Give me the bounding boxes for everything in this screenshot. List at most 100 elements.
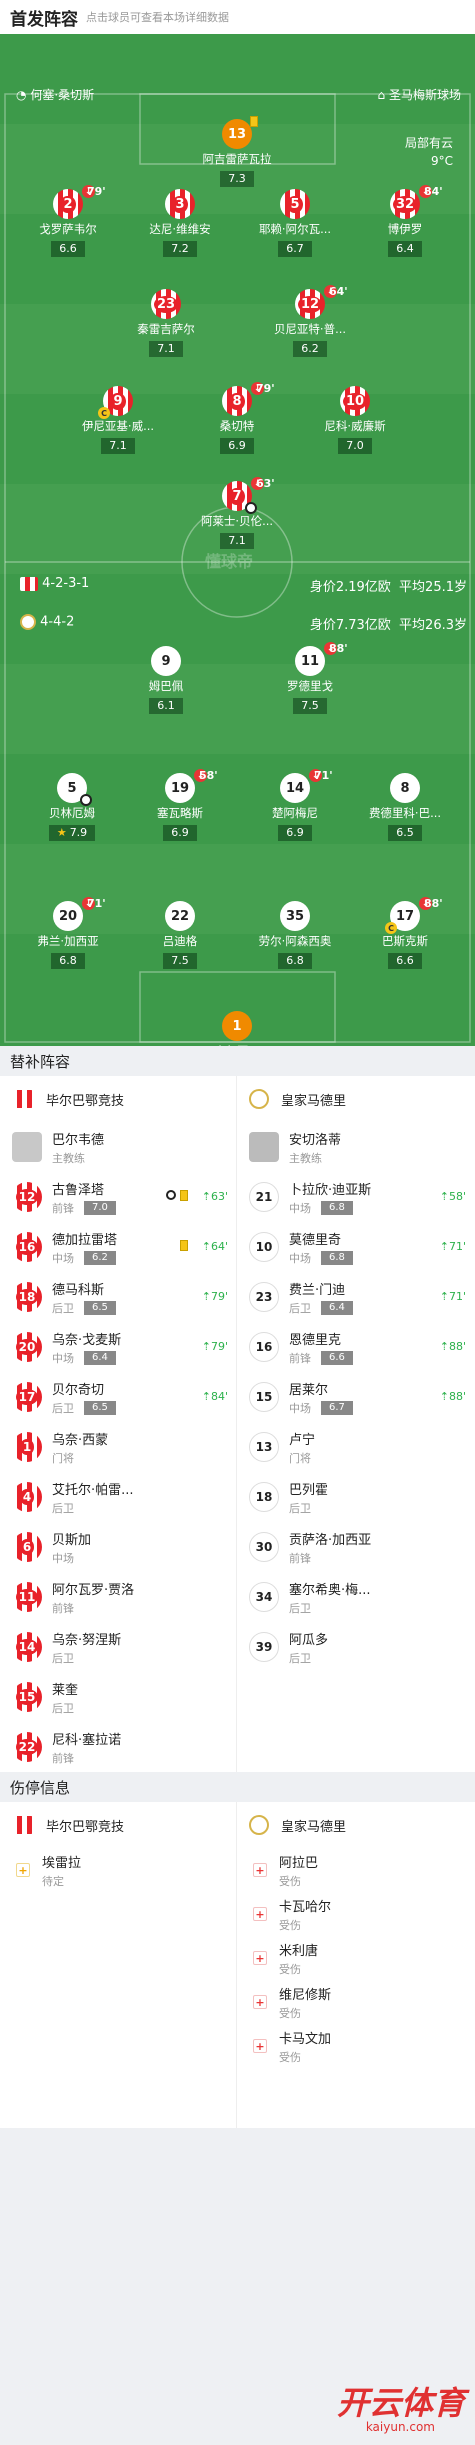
- jersey-number: 1: [12, 1432, 42, 1462]
- player-info: 德加拉雷塔 中场 6.2: [52, 1229, 117, 1266]
- injury-cross-icon: +: [253, 1951, 267, 1965]
- sub-player-row[interactable]: 16 德加拉雷塔 中场 6.2 ⇡64': [0, 1222, 236, 1272]
- jersey-number: 9C: [98, 386, 133, 419]
- player-name: 埃雷拉: [42, 1855, 82, 1871]
- home-player[interactable]: 12 ↓ 64' 贝尼亚特·普... 6.2: [240, 285, 380, 357]
- away-value-row: 身价7.73亿欧 平均26.3岁: [310, 614, 467, 633]
- sub-player-row[interactable]: 22 尼科·塞拉诺 前锋: [0, 1722, 236, 1772]
- player-name: 莫德里奇: [289, 1232, 342, 1248]
- yellow-card-icon: [180, 1190, 188, 1201]
- home-coach-row[interactable]: 巴尔韦德 主教练: [0, 1122, 236, 1172]
- jersey-number: 1: [222, 1011, 252, 1041]
- coach-avatar: [249, 1132, 279, 1162]
- injury-row[interactable]: + 埃雷拉 待定: [0, 1848, 236, 1892]
- jersey-number: 10: [249, 1232, 279, 1262]
- player-rating: 6.8: [321, 1250, 353, 1265]
- jersey-number: 23: [249, 1282, 279, 1312]
- sub-player-row[interactable]: 34 塞尔希奥·梅... 后卫: [237, 1572, 474, 1622]
- away-formation: 4-4-2: [40, 614, 75, 630]
- player-name: 维尼修斯: [279, 1987, 332, 2003]
- sub-player-row[interactable]: 1 乌奈·西蒙 门将: [0, 1422, 236, 1472]
- captain-icon: C: [98, 407, 110, 419]
- sub-player-row[interactable]: 18 巴列霍 后卫: [237, 1472, 474, 1522]
- player-name: 巴列霍: [289, 1482, 329, 1498]
- player-info: 卜拉欣·迪亚斯 中场 6.8: [289, 1179, 371, 1216]
- home-player[interactable]: 13 阿吉雷萨瓦拉 7.3: [167, 116, 307, 187]
- home-player[interactable]: 10 尼科·威廉斯 7.0: [285, 386, 425, 454]
- injury-row[interactable]: + 卡马文加 受伤: [237, 2024, 474, 2068]
- player-meta: 后卫: [289, 1600, 371, 1616]
- player-info: 莫德里奇中场 6.8: [289, 1229, 353, 1266]
- player-rating: 6.8: [321, 1200, 353, 1215]
- jersey-number: 18: [249, 1482, 279, 1512]
- sub-minute: 63': [256, 477, 275, 490]
- home-player[interactable]: 32 ↓ 84' 博伊罗 6.4: [335, 185, 475, 257]
- injury-status: 待定: [42, 1874, 64, 1888]
- home-team-row[interactable]: 毕尔巴鄂竞技: [0, 1802, 236, 1848]
- sub-player-row[interactable]: 11 阿尔瓦罗·贾洛 前锋: [0, 1572, 236, 1622]
- player-rating: 6.6: [388, 953, 422, 969]
- player-rating: 6.1: [149, 698, 183, 714]
- player-info: 艾托尔·帕雷... 后卫: [52, 1479, 134, 1516]
- away-player[interactable]: 17 ↓ 88' C 巴斯克斯 6.6: [335, 897, 475, 969]
- sub-player-row[interactable]: 17 贝尔奇切 后卫 6.5 ⇡84': [0, 1372, 236, 1422]
- player-info: 塞尔希奥·梅... 后卫: [289, 1579, 371, 1616]
- player-meta: 中场 6.8: [289, 1250, 353, 1266]
- player-meta: 中场: [52, 1550, 91, 1566]
- jersey-number: 8: [390, 773, 420, 803]
- sub-player-row[interactable]: 10 莫德里奇 中场 6.8 ⇡71': [237, 1222, 474, 1272]
- jersey-number: 13: [249, 1432, 279, 1462]
- injury-row[interactable]: + 卡瓦哈尔 受伤: [237, 1892, 474, 1936]
- sub-player-row[interactable]: 6 贝斯加 中场: [0, 1522, 236, 1572]
- sub-in-minute: ⇡79': [201, 1290, 228, 1303]
- away-player[interactable]: 8 费德里科·巴... 6.5: [335, 773, 475, 841]
- sub-player-row[interactable]: 23 费兰·门迪 后卫 6.4 ⇡71': [237, 1272, 474, 1322]
- away-coach-row[interactable]: 安切洛蒂 主教练: [237, 1122, 474, 1172]
- injury-row[interactable]: + 米利唐 受伤: [237, 1936, 474, 1980]
- player-name: 阿瓜多: [289, 1632, 329, 1648]
- player-meta: 门将: [289, 1450, 315, 1466]
- sub-minute: 84': [424, 185, 443, 198]
- home-player[interactable]: 7 ↓ 63' 阿莱士·贝伦... 7.1: [167, 477, 307, 549]
- sub-minute: 79': [256, 382, 275, 395]
- sub-player-row[interactable]: 13 卢宁 门将: [237, 1422, 474, 1472]
- away-subs-column: 皇家马德里 安切洛蒂 主教练 21 卜拉欣·迪亚斯 中场 6.8 ⇡58' 10 莫德里奇 中场…: [237, 1076, 474, 1772]
- sub-player-row[interactable]: 30 贡萨洛·加西亚 前锋: [237, 1522, 474, 1572]
- sub-player-row[interactable]: 15 莱奎 后卫: [0, 1672, 236, 1722]
- injury-row[interactable]: + 维尼修斯 受伤: [237, 1980, 474, 2024]
- player-name: 卡马文加: [279, 2031, 332, 2047]
- away-team-row[interactable]: 皇家马德里: [237, 1076, 474, 1122]
- weather-text: 局部有云: [404, 136, 453, 150]
- player-meta: 前锋 7.0: [52, 1200, 116, 1216]
- sub-player-row[interactable]: 12 古鲁泽塔 前锋 7.0 ⇡63': [0, 1172, 236, 1222]
- jersey-number: 7 ↓ 63': [222, 477, 275, 514]
- player-info: 乌奈·西蒙 门将: [52, 1429, 108, 1466]
- injury-row[interactable]: + 阿拉巴 受伤: [237, 1848, 474, 1892]
- player-position: 后卫: [289, 1651, 311, 1665]
- player-name: 乌奈·戈麦斯: [52, 1332, 122, 1348]
- captain-icon: C: [385, 922, 397, 934]
- jersey-number: 5: [57, 773, 92, 806]
- injury-status: 受伤: [279, 2006, 301, 2020]
- home-player[interactable]: 23 秦雷吉萨尔 7.1: [96, 289, 236, 357]
- player-rating: 6.9: [278, 825, 312, 841]
- away-player[interactable]: 11 ↓ 88' 罗德里戈 7.5: [240, 642, 380, 714]
- jersey-number: 17: [12, 1382, 42, 1412]
- away-player[interactable]: 1库尔图瓦6.3: [167, 1011, 307, 1046]
- sub-player-row[interactable]: 14 乌奈·努涅斯 后卫: [0, 1622, 236, 1672]
- sub-player-row[interactable]: 21 卜拉欣·迪亚斯 中场 6.8 ⇡58': [237, 1172, 474, 1222]
- sub-player-row[interactable]: 18 德马科斯 后卫 6.5 ⇡79': [0, 1272, 236, 1322]
- sub-player-row[interactable]: 4 艾托尔·帕雷... 后卫: [0, 1472, 236, 1522]
- player-info: 尼科·塞拉诺 前锋: [52, 1729, 121, 1766]
- away-player[interactable]: 9 姆巴佩 6.1: [96, 646, 236, 714]
- away-team-row[interactable]: 皇家马德里: [237, 1802, 474, 1848]
- player-info: 阿尔瓦罗·贾洛 前锋: [52, 1579, 134, 1616]
- player-position: 中场: [289, 1201, 311, 1215]
- sub-player-row[interactable]: 39 阿瓜多 后卫: [237, 1622, 474, 1672]
- home-team-row[interactable]: 毕尔巴鄂竞技: [0, 1076, 236, 1122]
- sub-player-row[interactable]: 20 乌奈·戈麦斯 中场 6.4 ⇡79': [0, 1322, 236, 1372]
- player-position: 门将: [52, 1451, 74, 1465]
- home-formation-row: 4-2-3-1: [20, 576, 89, 591]
- sub-player-row[interactable]: 16 恩德里克 前锋 6.6 ⇡88': [237, 1322, 474, 1372]
- sub-player-row[interactable]: 15 居莱尔 中场 6.7 ⇡88': [237, 1372, 474, 1422]
